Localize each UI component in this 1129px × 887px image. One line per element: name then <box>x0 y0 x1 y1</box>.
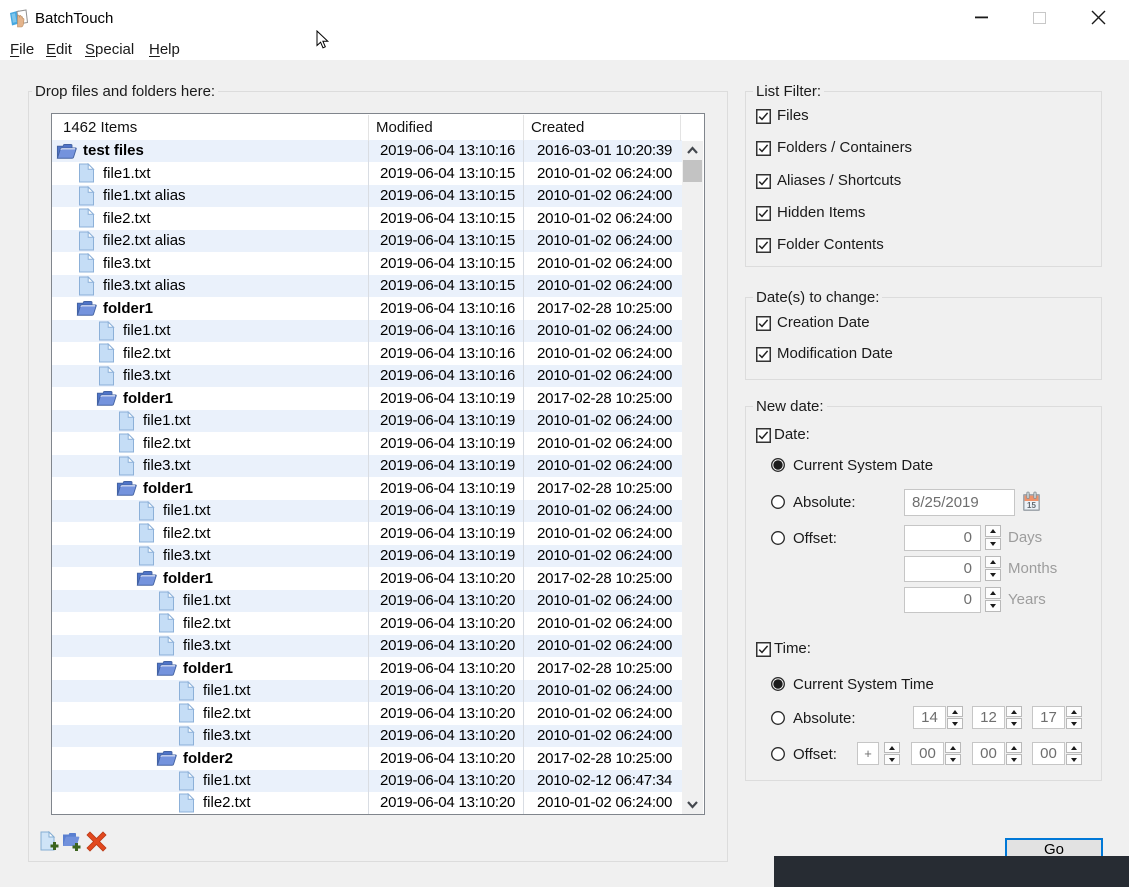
svg-text:15: 15 <box>1027 501 1036 510</box>
